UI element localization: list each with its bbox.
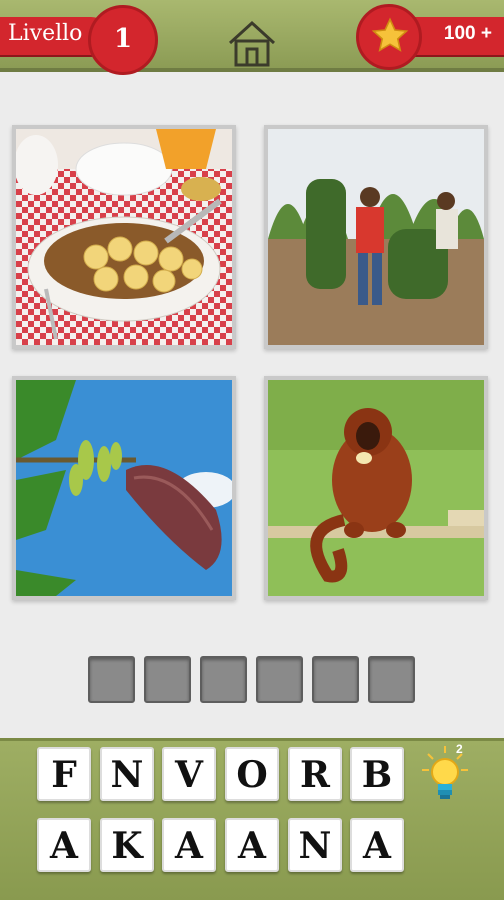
answer-slot[interactable]	[88, 656, 135, 703]
coins-star-badge[interactable]	[356, 4, 422, 70]
hint-count: 2	[456, 742, 463, 756]
banana-plantation-image	[268, 129, 484, 345]
letter-key[interactable]: K	[100, 818, 154, 872]
cereal-bowl-image	[16, 129, 232, 345]
letter-key[interactable]: N	[100, 747, 154, 801]
star-icon	[371, 17, 409, 52]
picture-4[interactable]	[264, 376, 488, 600]
coins-count: 100 +	[443, 23, 492, 44]
letter-key[interactable]: A	[162, 818, 216, 872]
letter-key[interactable]: O	[225, 747, 279, 801]
picture-3[interactable]	[12, 376, 236, 600]
answer-slot[interactable]	[368, 656, 415, 703]
letter-key[interactable]: N	[288, 818, 342, 872]
picture-2[interactable]	[264, 125, 488, 349]
monkey-image	[268, 380, 484, 596]
home-icon	[228, 20, 276, 67]
letter-key[interactable]: A	[225, 818, 279, 872]
picture-1[interactable]	[12, 125, 236, 349]
letter-key[interactable]: F	[37, 747, 91, 801]
letter-key[interactable]: A	[350, 818, 404, 872]
level-number: 1	[88, 5, 158, 75]
answer-slot[interactable]	[200, 656, 247, 703]
home-button[interactable]	[226, 19, 278, 69]
banana-flower-image	[16, 380, 232, 596]
answer-slots	[88, 656, 418, 704]
letter-key[interactable]: B	[350, 747, 404, 801]
letter-key[interactable]: A	[37, 818, 91, 872]
level-label: Livello	[8, 21, 83, 46]
letter-key[interactable]: R	[288, 747, 342, 801]
answer-slot[interactable]	[144, 656, 191, 703]
letter-key[interactable]: V	[162, 747, 216, 801]
answer-slot[interactable]	[312, 656, 359, 703]
answer-slot[interactable]	[256, 656, 303, 703]
